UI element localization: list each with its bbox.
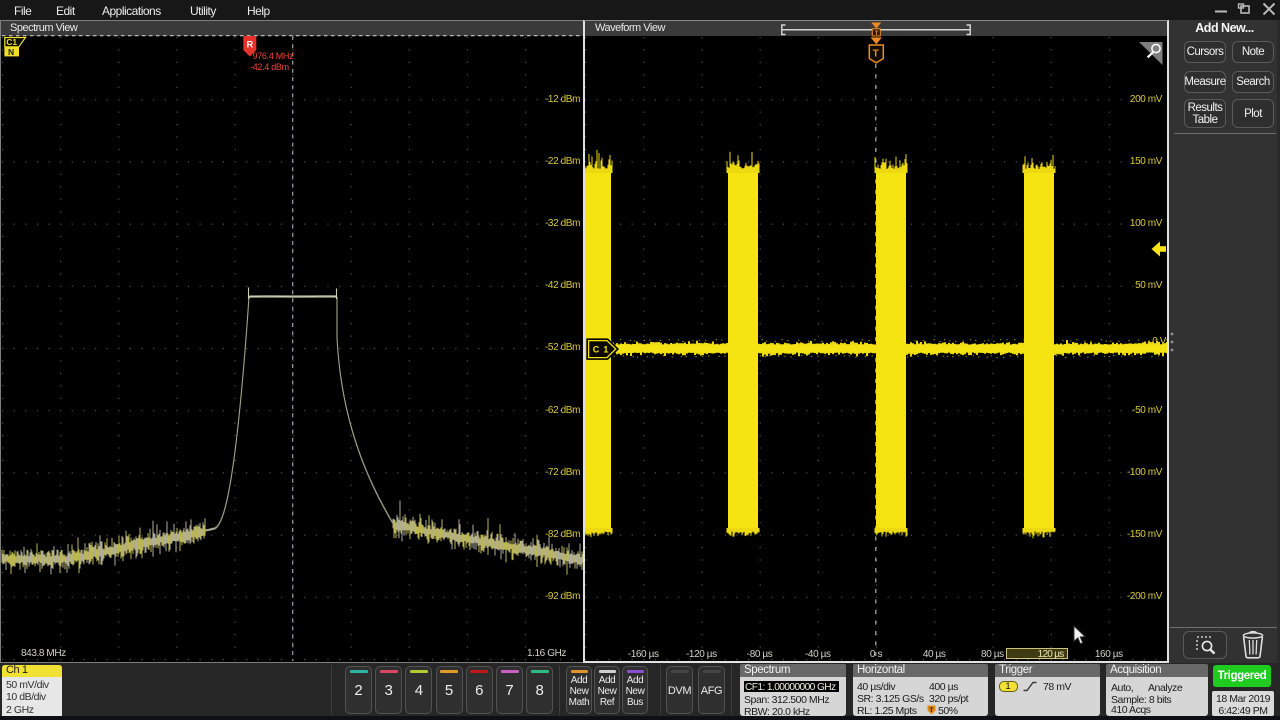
svg-text:R: R [247, 40, 254, 50]
svg-text:976.4 MHz: 976.4 MHz [253, 51, 295, 61]
svg-text:T: T [873, 48, 879, 59]
svg-text:C 1: C 1 [593, 345, 609, 355]
svg-text:T: T [875, 30, 879, 37]
svg-text:N: N [8, 47, 14, 57]
svg-text:-42.4 dBm: -42.4 dBm [250, 62, 289, 72]
svg-text:C1: C1 [6, 37, 17, 47]
svg-text:T: T [929, 707, 933, 714]
